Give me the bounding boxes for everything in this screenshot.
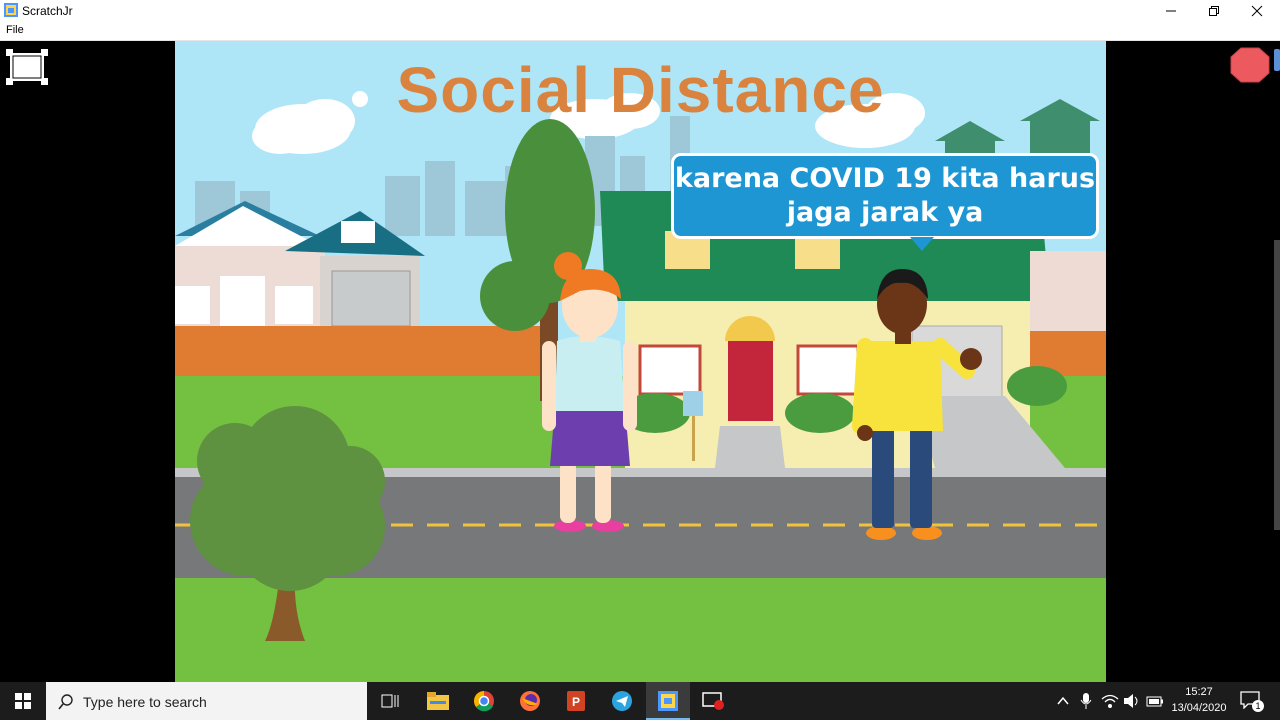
side-edge-tab [1274,49,1280,71]
powerpoint-icon[interactable]: P [564,689,588,713]
window-title: ScratchJr [22,4,73,18]
screen-recorder-icon[interactable] [702,689,726,713]
minimize-button[interactable] [1148,0,1194,21]
speech-bubble-tail [910,237,934,251]
side-scroll-strip [1274,240,1280,530]
menu-bar: File [0,21,1280,41]
file-explorer-icon[interactable] [426,689,450,713]
clock-time[interactable]: 15:27 [1170,686,1228,698]
chrome-icon[interactable] [472,689,496,713]
chevron-up-icon[interactable] [1056,694,1070,712]
search-icon [58,694,73,710]
firefox-icon[interactable] [518,689,542,713]
start-button[interactable] [0,682,46,720]
taskbar: Type here to search P 15:27 13/04/2020 1 [0,682,1280,720]
telegram-icon[interactable] [610,689,634,713]
exit-fullscreen-icon[interactable] [4,47,50,87]
scratchjr-taskbar-button[interactable] [646,682,690,720]
window-titlebar: ScratchJr [0,0,1280,21]
battery-icon[interactable] [1146,695,1164,713]
close-icon [1251,5,1263,16]
restore-icon [1209,5,1219,16]
minimize-icon [1166,10,1176,11]
restore-button[interactable] [1191,0,1237,21]
scratchjr-app-icon [4,3,18,17]
windows-icon [15,693,31,709]
notification-button[interactable]: 1 [1240,691,1264,713]
wifi-icon[interactable] [1101,693,1119,714]
stage-scene [175,41,1106,682]
notification-badge: 1 [1252,700,1264,712]
stop-sign-icon[interactable] [1230,47,1270,83]
scratchjr-icon [658,691,678,711]
stage-title: Social Distance [396,54,885,126]
speech-bubble: karena COVID 19 kita harus jaga jarak ya [671,153,1099,239]
microphone-icon[interactable] [1080,692,1092,715]
svg-text:P: P [572,695,580,709]
stage: Social Distance karena COVID 19 kita har… [175,41,1106,682]
search-box[interactable]: Type here to search [46,682,367,720]
search-placeholder: Type here to search [83,694,207,710]
clock-date[interactable]: 13/04/2020 [1166,702,1232,714]
close-button[interactable] [1234,0,1280,21]
task-view-icon[interactable] [378,689,402,713]
volume-icon[interactable] [1123,693,1141,714]
menu-file[interactable]: File [6,24,24,36]
